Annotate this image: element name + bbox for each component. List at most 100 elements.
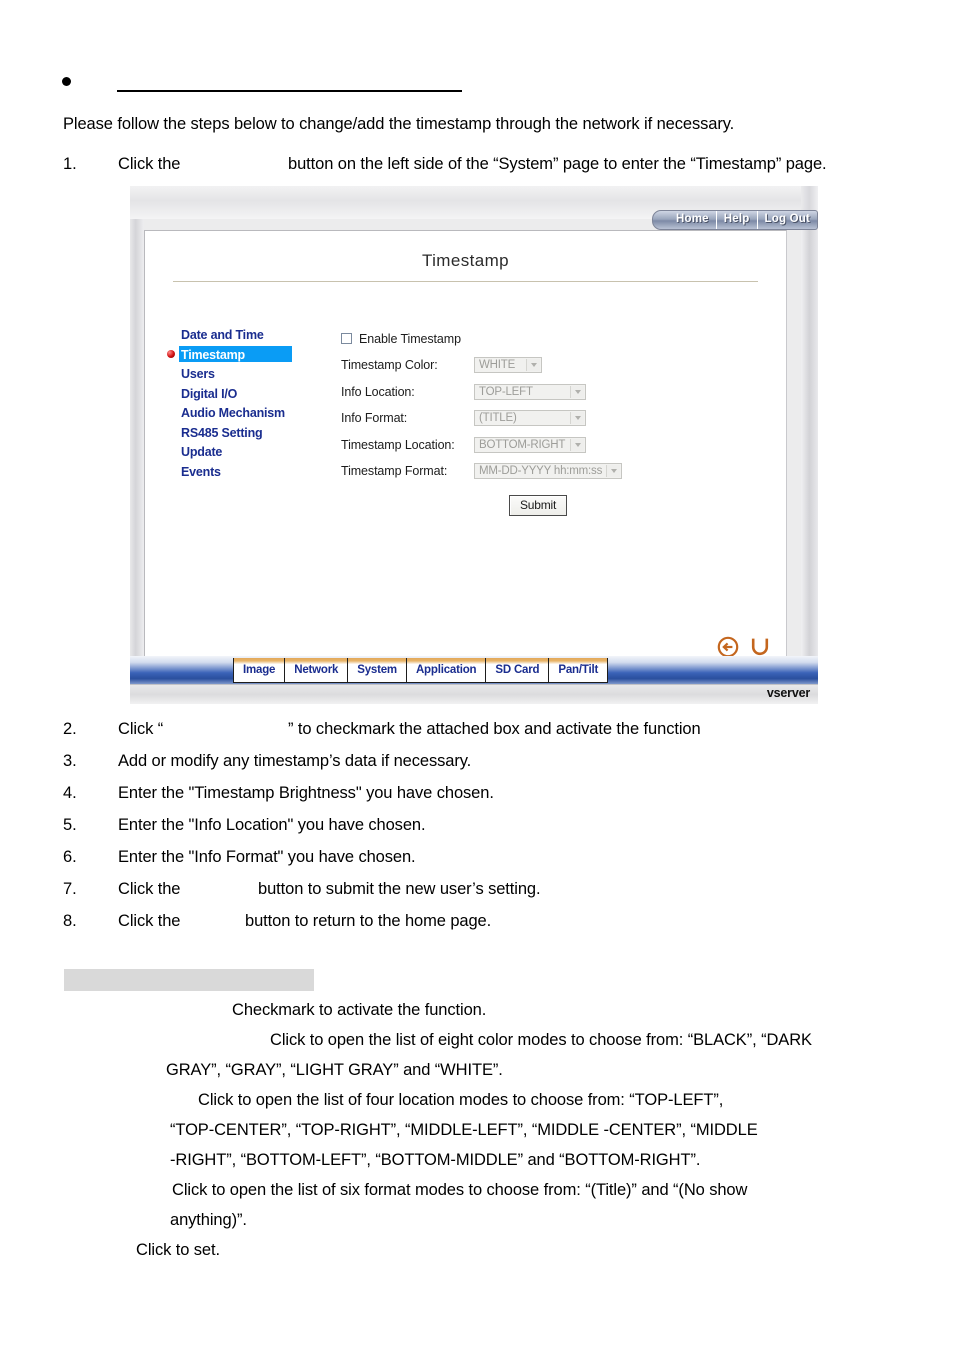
sidebar-item-label: Users (181, 367, 215, 381)
app-content-pane: Timestamp Date and Time Timestamp Users Dig… (144, 230, 787, 672)
embedded-screenshot: Home Help Log Out Timestamp Date and Tim… (130, 186, 818, 704)
description-line: Click to set. (136, 1241, 220, 1259)
tab-sd-card[interactable]: SD Card (486, 658, 550, 683)
description-line: Click to open the list of four location … (198, 1091, 724, 1109)
timestamp-color-row: Timestamp Color: WHITE (341, 352, 761, 379)
info-location-row: Info Location: TOP-LEFT (341, 379, 761, 406)
chevron-down-icon[interactable] (526, 359, 540, 372)
step-number: 6. (63, 848, 77, 866)
section-heading (62, 70, 482, 98)
sidebar-item-audio-mechanism[interactable]: Audio Mechanism (167, 405, 302, 425)
sidebar-item-timestamp[interactable]: Timestamp (167, 345, 302, 367)
sidebar-item-events[interactable]: Events (167, 464, 302, 484)
screenshot-right-scroll-rail[interactable] (801, 219, 818, 671)
step-text-before: Click the (118, 155, 181, 173)
step-number: 7. (63, 880, 77, 898)
title-divider (173, 281, 758, 282)
sidebar-item-users[interactable]: Users (167, 366, 302, 386)
step-text-before: Enter the "Info Format" you have chosen. (118, 848, 416, 866)
step-text-before: Click the (118, 880, 181, 898)
step-text-after: button on the left side of the “System” … (288, 155, 827, 173)
redacted-heading-box (64, 969, 314, 991)
tab-list: Image Network System Application SD Card Pan/… (233, 658, 609, 683)
status-bar: vserver (130, 684, 818, 704)
description-line: Click to open the list of six format mod… (172, 1181, 748, 1199)
tab-application[interactable]: Application (406, 658, 487, 683)
enable-timestamp-checkbox[interactable] (341, 333, 352, 344)
step-number: 8. (63, 912, 77, 930)
enable-timestamp-label: Enable Timestamp (359, 331, 461, 346)
sidebar-item-label: Events (181, 464, 221, 479)
step-number: 1. (63, 155, 77, 173)
step-number: 4. (63, 784, 77, 802)
info-format-label: Info Format: (341, 411, 408, 426)
active-marker-icon (167, 349, 175, 358)
submit-row: Submit (341, 495, 641, 516)
info-format-select[interactable]: (TITLE) (474, 410, 586, 427)
timestamp-location-label: Timestamp Location: (341, 437, 455, 452)
bullet-dot-icon (62, 77, 71, 86)
step-text-before: Add or modify any timestamp’s data if ne… (118, 752, 472, 770)
chevron-down-icon[interactable] (606, 465, 620, 478)
screenshot-left-scroll-rail[interactable] (130, 219, 144, 671)
chevron-down-icon[interactable] (570, 412, 584, 425)
enable-timestamp-row: Enable Timestamp (341, 325, 761, 352)
step-number: 3. (63, 752, 77, 770)
top-nav-pill: Home Help Log Out (652, 210, 818, 230)
step-number: 5. (63, 816, 77, 834)
tab-pan-tilt[interactable]: Pan/Tilt (549, 658, 609, 683)
settings-form: Enable Timestamp Timestamp Color: WHITE Inf… (341, 325, 761, 485)
logout-button[interactable]: Log Out (756, 211, 817, 229)
timestamp-format-value: MM-DD-YYYY hh:mm:ss (479, 465, 603, 478)
tab-network[interactable]: Network (285, 658, 349, 683)
step-text-after: button to return to the home page. (245, 912, 492, 930)
bottom-tab-bar: Image Network System Application SD Card Pan/… (130, 656, 818, 685)
vserver-label: vserver (766, 686, 810, 700)
sidebar-item-rs485-setting[interactable]: RS485 Setting (167, 425, 302, 445)
sidebar-item-label: Digital I/O (181, 386, 238, 401)
description-line: GRAY”, “GRAY”, “LIGHT GRAY” and “WHITE”. (166, 1061, 503, 1079)
home-button[interactable]: Home (669, 211, 716, 229)
sidebar-item-label: Date and Time (181, 328, 264, 342)
timestamp-location-select[interactable]: BOTTOM-RIGHT (474, 436, 586, 453)
heading-underline (117, 90, 462, 92)
info-format-row: Info Format: (TITLE) (341, 405, 761, 432)
info-location-select[interactable]: TOP-LEFT (474, 383, 586, 400)
timestamp-color-value: WHITE (479, 359, 516, 372)
page-title: Timestamp (421, 251, 510, 270)
sidebar-item-label: Audio Mechanism (181, 406, 285, 420)
sidebar-menu: Date and Time Timestamp Users Digital I/O Au… (167, 327, 302, 483)
sidebar-item-date-and-time[interactable]: Date and Time (167, 327, 302, 347)
step-number: 2. (63, 720, 77, 738)
step-text-after: ” to checkmark the attached box and acti… (288, 720, 701, 738)
timestamp-color-label: Timestamp Color: (341, 358, 438, 373)
description-line: -RIGHT”, “BOTTOM-LEFT”, “BOTTOM-MIDDLE” … (170, 1151, 701, 1169)
description-line: Click to open the list of eight color mo… (270, 1031, 812, 1049)
timestamp-location-row: Timestamp Location: BOTTOM-RIGHT (341, 432, 761, 459)
step-text-before: Enter the "Timestamp Brightness" you hav… (118, 784, 494, 802)
description-line: “TOP-CENTER”, “TOP-RIGHT”, “MIDDLE-LEFT”… (170, 1121, 758, 1139)
intro-paragraph: Please follow the steps below to change/… (63, 115, 735, 133)
info-location-label: Info Location: (341, 384, 415, 399)
sidebar-item-update[interactable]: Update (167, 444, 302, 464)
sidebar-item-label: Timestamp (181, 347, 245, 362)
description-line: Checkmark to activate the function. (232, 1001, 487, 1019)
description-line: anything)”. (170, 1211, 247, 1229)
timestamp-format-label: Timestamp Format: (341, 464, 448, 479)
sidebar-item-digital-i-o[interactable]: Digital I/O (167, 386, 302, 406)
help-button[interactable]: Help (715, 211, 757, 229)
timestamp-color-select[interactable]: WHITE (474, 357, 542, 374)
timestamp-format-row: Timestamp Format: MM-DD-YYYY hh:mm:ss (341, 458, 761, 485)
submit-button[interactable]: Submit (509, 495, 568, 516)
info-format-value: (TITLE) (479, 412, 517, 425)
info-location-value: TOP-LEFT (479, 385, 533, 398)
step-text-before: Enter the "Info Location" you have chose… (118, 816, 426, 834)
step-text-before: Click the (118, 912, 181, 930)
sidebar-item-label: RS485 Setting (181, 425, 263, 440)
tab-image[interactable]: Image (233, 658, 286, 683)
tab-system[interactable]: System (348, 658, 407, 683)
timestamp-format-select[interactable]: MM-DD-YYYY hh:mm:ss (474, 463, 622, 480)
sidebar-item-label: Update (181, 445, 223, 459)
chevron-down-icon[interactable] (570, 438, 584, 451)
chevron-down-icon[interactable] (570, 385, 584, 398)
